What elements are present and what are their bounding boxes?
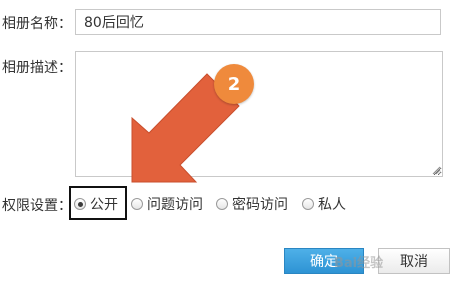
- cancel-button[interactable]: 取消: [378, 248, 450, 274]
- radio-private-label: 私人: [318, 197, 346, 213]
- step-number-badge: 2: [214, 64, 254, 104]
- radio-private[interactable]: 私人: [302, 188, 346, 220]
- confirm-button[interactable]: 确定: [284, 248, 364, 274]
- album-name-input[interactable]: [75, 9, 441, 35]
- radio-question-access[interactable]: 问题访问: [131, 188, 203, 220]
- radio-password-access-label: 密码访问: [232, 197, 288, 213]
- selected-option-highlight: [69, 186, 127, 220]
- resize-grip-icon[interactable]: [432, 166, 441, 175]
- radio-private-dot[interactable]: [302, 198, 314, 210]
- album-name-label: 相册名称：: [2, 16, 72, 32]
- permission-label: 权限设置：: [2, 198, 72, 214]
- radio-question-access-label: 问题访问: [147, 197, 203, 213]
- radio-question-access-dot[interactable]: [131, 198, 143, 210]
- radio-password-access[interactable]: 密码访问: [216, 188, 288, 220]
- radio-password-access-dot[interactable]: [216, 198, 228, 210]
- album-description-textarea[interactable]: [75, 51, 443, 177]
- album-description-label: 相册描述：: [2, 60, 72, 76]
